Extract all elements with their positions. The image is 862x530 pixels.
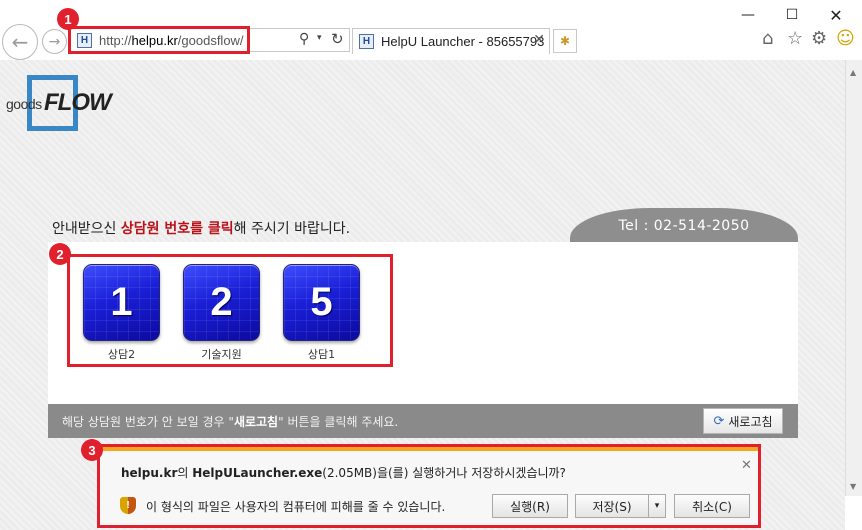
address-url[interactable]: http://helpu.kr/goodsflow/ <box>99 33 244 48</box>
chevron-down-icon: ▾ <box>654 501 660 511</box>
tab-title: HelpU Launcher - 85655793 <box>381 34 545 49</box>
download-site: helpu.kr <box>121 466 178 480</box>
download-warning-text: 이 형식의 파일은 사용자의 컴퓨터에 피해를 줄 수 있습니다. <box>146 500 446 514</box>
favorites-star-icon[interactable]: ☆ <box>787 28 803 49</box>
back-button[interactable]: ← <box>2 24 38 60</box>
consultant-number: 1 <box>110 280 133 324</box>
new-tab-icon: ✱ <box>559 34 571 48</box>
minimize-button[interactable]: — <box>733 4 763 26</box>
cancel-button[interactable]: 취소(C) <box>674 494 750 518</box>
close-icon[interactable]: ✕ <box>533 32 545 48</box>
url-domain: helpu.kr <box>131 33 178 48</box>
annotation-badge-3: 3 <box>81 439 103 461</box>
site-favicon-icon: H <box>77 33 92 48</box>
forward-button[interactable]: → <box>42 29 67 54</box>
refresh-button-label: 새로고침 <box>728 414 773 429</box>
download-question: helpu.kr의 HelpULauncher.exe(2.05MB)을(를) … <box>121 464 566 481</box>
refresh-info-text: 해당 상담원 번호가 안 보일 경우 "새로고침" 버튼을 클릭해 주세요. <box>62 413 398 430</box>
gear-icon[interactable]: ⚙ <box>811 28 827 49</box>
arrow-right-icon: → <box>48 33 61 50</box>
save-button[interactable]: 저장(S) <box>575 494 649 518</box>
scroll-down-icon[interactable]: ▼ <box>850 482 856 491</box>
tab-favicon-icon: H <box>359 34 374 49</box>
instruction-after: 해 주시기 바랍니다. <box>233 221 351 237</box>
smiley-feedback-icon[interactable]: ☺ <box>836 28 855 49</box>
tel-number-tab: Tel : 02-514-2050 <box>570 208 798 242</box>
close-window-button[interactable]: ✕ <box>821 4 851 26</box>
browser-tab[interactable]: H HelpU Launcher - 85655793 ✕ <box>352 28 550 54</box>
annotation-badge-2: 2 <box>49 243 71 265</box>
consultant-label: 상담2 <box>107 348 136 361</box>
shield-warning-icon: ! <box>120 497 136 514</box>
consultant-panel <box>48 242 798 404</box>
annotation-badge-1: 1 <box>57 8 79 30</box>
consultant-item-2[interactable]: 2 기술지원 <box>183 264 260 362</box>
new-tab-button[interactable]: ✱ <box>553 29 577 53</box>
maximize-button[interactable]: ☐ <box>777 4 807 26</box>
info-before: 해당 상담원 번호가 안 보일 경우 " <box>62 415 234 429</box>
instruction-before: 안내받으신 <box>52 221 121 237</box>
download-file-name: HelpULauncher.exe <box>192 466 323 480</box>
arrow-left-icon: ← <box>11 30 29 54</box>
consultant-button-1[interactable]: 1 <box>83 264 160 341</box>
refresh-info-bar: 해당 상담원 번호가 안 보일 경우 "새로고침" 버튼을 클릭해 주세요. ⟳… <box>48 404 798 438</box>
consultant-item-5[interactable]: 5 상담1 <box>283 264 360 362</box>
search-icon[interactable]: ⚲ <box>299 31 309 47</box>
url-path: /goodsflow/ <box>177 33 244 48</box>
download-mid: 의 <box>177 466 193 480</box>
consultant-button-2[interactable]: 2 <box>183 264 260 341</box>
close-icon[interactable]: ✕ <box>741 458 752 473</box>
consultant-label: 상담1 <box>307 348 336 361</box>
instruction-highlight: 상담원 번호를 클릭 <box>120 221 234 237</box>
logo-flow-text: FLOW <box>44 89 112 116</box>
save-options-button[interactable]: ▾ <box>648 494 666 518</box>
address-bar[interactable]: H http://helpu.kr/goodsflow/ ⚲ ▾ ↻ <box>70 28 350 52</box>
run-button[interactable]: 실행(R) <box>492 494 568 518</box>
home-icon[interactable]: ⌂ <box>762 28 773 49</box>
instruction-text: 안내받으신 상담원 번호를 클릭해 주시기 바랍니다. <box>52 218 350 238</box>
consultant-label: 기술지원 <box>201 348 242 361</box>
info-bold: 새로고침 <box>233 415 279 429</box>
logo-goods-text: goods <box>6 96 42 112</box>
consultant-number: 5 <box>310 280 333 324</box>
download-rest: (2.05MB)을(를) 실행하거나 저장하시겠습니까? <box>322 466 566 480</box>
url-prefix: http:// <box>99 33 132 48</box>
consultant-item-1[interactable]: 1 상담2 <box>83 264 160 362</box>
chevron-down-icon[interactable]: ▾ <box>317 33 322 43</box>
consultant-number: 2 <box>210 280 233 324</box>
vertical-scrollbar[interactable] <box>845 60 862 496</box>
consultant-button-5[interactable]: 5 <box>283 264 360 341</box>
page-refresh-button[interactable]: ⟳ 새로고침 <box>703 408 783 434</box>
info-after: " 버튼을 클릭해 주세요. <box>278 415 399 429</box>
refresh-arrows-icon: ⟳ <box>713 413 725 429</box>
refresh-icon[interactable]: ↻ <box>331 30 344 48</box>
scroll-up-icon[interactable]: ▲ <box>850 68 856 77</box>
